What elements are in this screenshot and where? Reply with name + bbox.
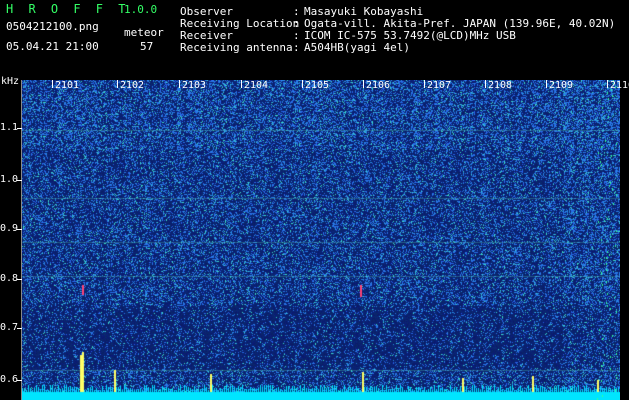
y-tick-mark (17, 328, 22, 329)
y-tick-mark (17, 229, 22, 230)
x-tick-mark (302, 80, 303, 88)
x-tick-label: 2108 (488, 80, 513, 91)
spectrogram-canvas (22, 80, 620, 400)
x-tick-label: 2104 (244, 80, 269, 91)
x-tick-mark (363, 80, 364, 88)
datetime: 05.04.21 21:00 (6, 40, 99, 53)
y-tick-mark (17, 380, 22, 381)
x-tick-mark (241, 80, 242, 88)
spectrogram (22, 80, 620, 400)
x-tick-label: 2107 (427, 80, 452, 91)
app-title: H R O F F T (6, 2, 130, 16)
y-tick-mark (17, 128, 22, 129)
antenna-label: Receiving antenna (180, 41, 293, 54)
antenna-colon: : (293, 41, 300, 54)
antenna-value: A504HB(yagi 4el) (304, 41, 410, 54)
y-tick-mark (17, 180, 22, 181)
x-tick-label: 2109 (549, 80, 574, 91)
x-tick-mark (424, 80, 425, 88)
x-tick-mark (546, 80, 547, 88)
meteor-label: meteor (124, 26, 164, 39)
app-version: 1.0.0 (124, 3, 158, 16)
filename: 0504212100.png (6, 20, 99, 33)
x-tick-mark (52, 80, 53, 88)
x-tick-label: 2105 (305, 80, 330, 91)
x-tick-mark (179, 80, 180, 88)
x-tick-mark (485, 80, 486, 88)
x-tick-label: 2110 (610, 80, 629, 91)
y-tick-mark (17, 279, 22, 280)
x-tick-label: 2106 (366, 80, 391, 91)
header-panel: H R O F F T 1.0.0 0504212100.png meteor … (0, 0, 629, 78)
x-tick-label: 2101 (55, 80, 80, 91)
x-tick-label: 2103 (182, 80, 207, 91)
x-tick-mark (607, 80, 608, 88)
x-tick-mark (117, 80, 118, 88)
x-tick-label: 2102 (120, 80, 145, 91)
y-axis-unit: kHz (1, 76, 20, 87)
meteor-count: 57 (140, 40, 154, 53)
